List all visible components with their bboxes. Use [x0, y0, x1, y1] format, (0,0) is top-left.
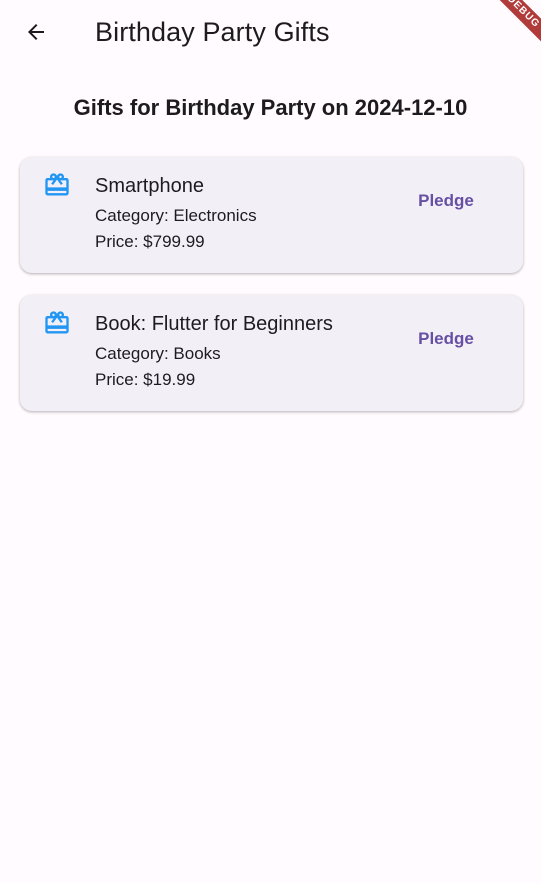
gift-name: Smartphone — [95, 175, 204, 197]
gift-name: Book: Flutter for Beginners — [95, 313, 333, 335]
gift-price: Price: $799.99 — [95, 232, 205, 251]
gift-card-icon — [45, 311, 69, 334]
gift-category: Category: Electronics — [95, 206, 257, 225]
gift-card: Smartphone Category: Electronics Price: … — [20, 157, 523, 273]
page-heading: Gifts for Birthday Party on 2024-12-10 — [73, 95, 468, 120]
gift-category: Category: Books — [95, 344, 221, 363]
app-bar: Birthday Party Gifts — [0, 0, 541, 64]
pledge-button[interactable]: Pledge — [402, 321, 490, 357]
gift-card: Book: Flutter for Beginners Category: Bo… — [20, 295, 523, 411]
app-screen: Birthday Party Gifts DEBUG Gifts for Bir… — [0, 0, 541, 883]
app-bar-title: Birthday Party Gifts — [95, 17, 330, 47]
debug-banner: DEBUG — [481, 0, 541, 60]
gift-card-icon — [45, 173, 69, 196]
gift-price: Price: $19.99 — [95, 370, 196, 389]
arrow-back-icon — [28, 24, 44, 40]
back-button[interactable] — [12, 8, 60, 56]
pledge-button[interactable]: Pledge — [402, 183, 490, 219]
debug-banner-label: DEBUG — [481, 0, 541, 54]
